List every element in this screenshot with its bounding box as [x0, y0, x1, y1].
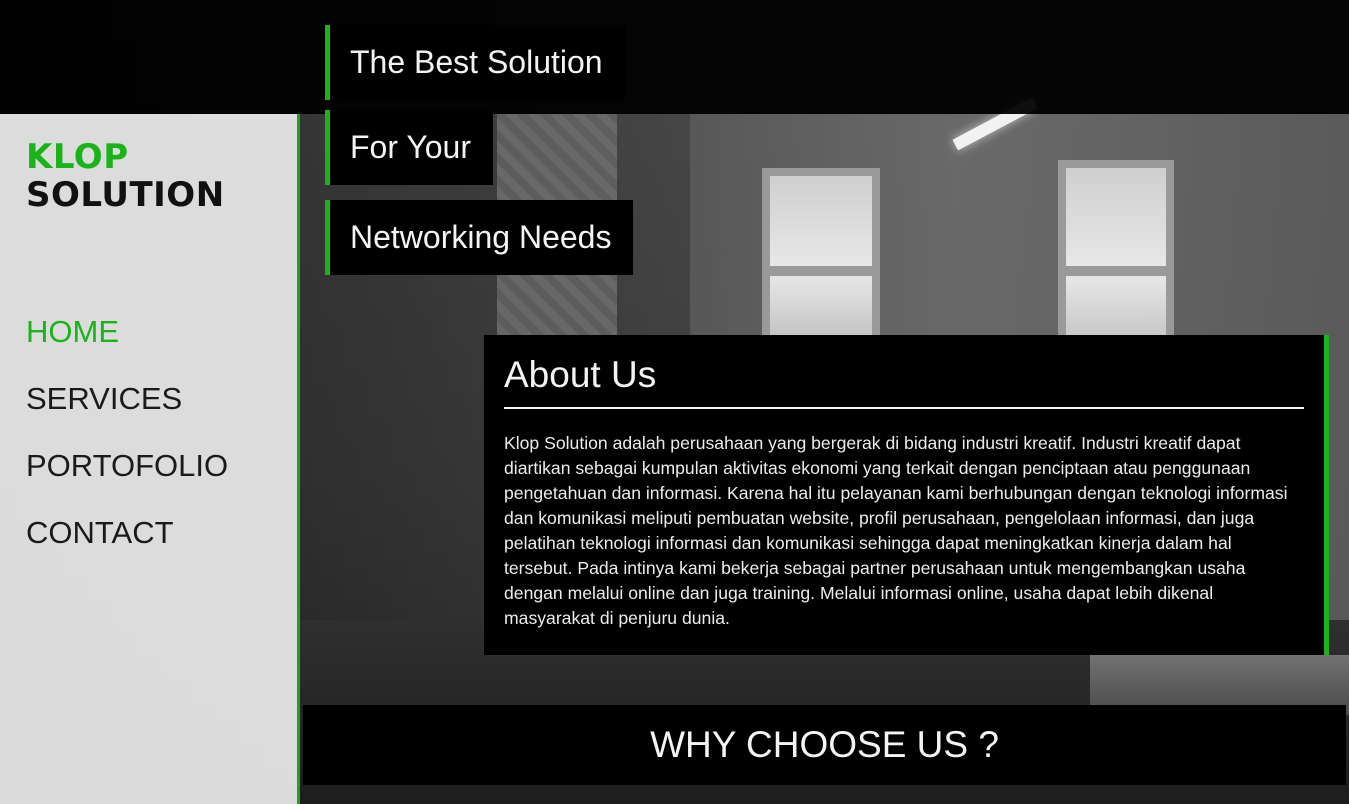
main-nav: HOME SERVICES PORTOFOLIO CONTACT — [26, 310, 228, 578]
about-title: About Us — [504, 351, 1304, 409]
brand-line-2: SOLUTION — [26, 175, 225, 215]
nav-item-portofolio[interactable]: PORTOFOLIO — [26, 444, 228, 511]
brand-logo[interactable]: KLOP SOLUTION — [26, 138, 225, 214]
page: KLOP SOLUTION HOME SERVICES PORTOFOLIO C… — [0, 0, 1349, 804]
top-bar — [0, 0, 1349, 114]
hero-slogan-line-1: The Best Solution — [325, 25, 625, 100]
about-section: About Us Klop Solution adalah perusahaan… — [484, 335, 1329, 655]
about-body: Klop Solution adalah perusahaan yang ber… — [504, 433, 1288, 628]
sidebar: KLOP SOLUTION HOME SERVICES PORTOFOLIO C… — [0, 114, 300, 804]
nav-item-contact[interactable]: CONTACT — [26, 511, 228, 578]
nav-item-home[interactable]: HOME — [26, 310, 228, 377]
hero-slogan-line-3: Networking Needs — [325, 200, 634, 275]
why-choose-us-section: WHY CHOOSE US ? — [303, 705, 1346, 785]
hero-slogan-line-2: For Your — [325, 110, 493, 185]
nav-item-services[interactable]: SERVICES — [26, 377, 228, 444]
why-choose-us-title: WHY CHOOSE US ? — [650, 724, 999, 765]
brand-line-1: KLOP — [26, 137, 129, 177]
background-window — [762, 168, 880, 358]
